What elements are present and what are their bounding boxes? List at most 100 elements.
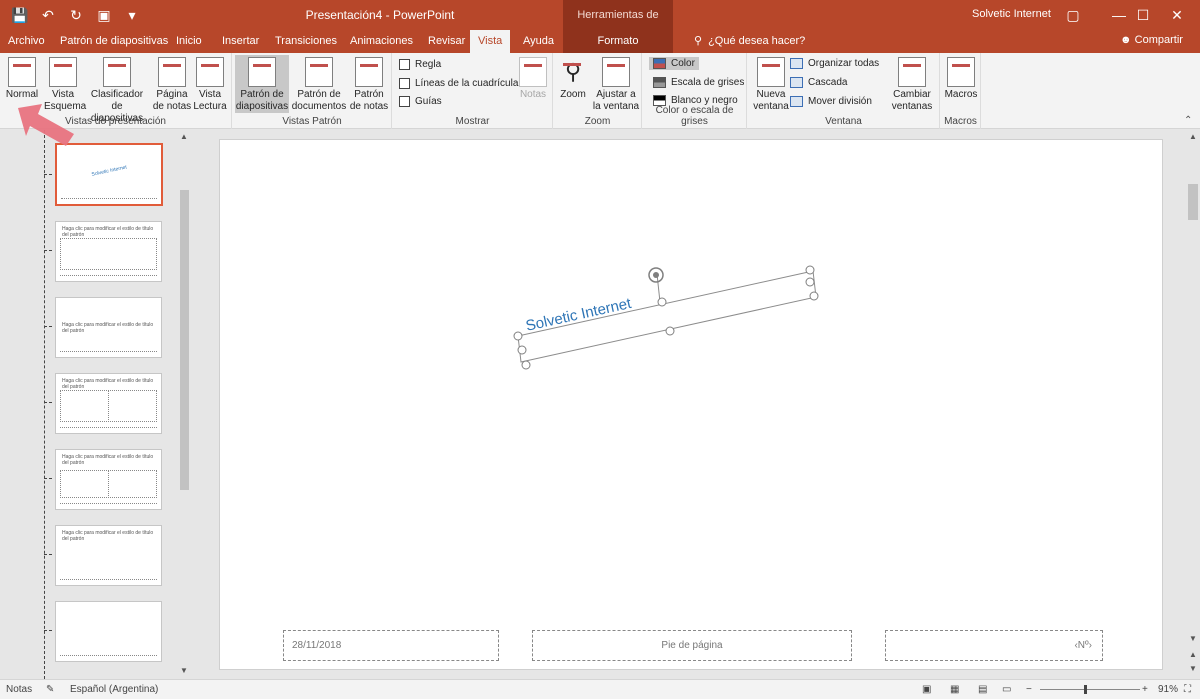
tell-me-box[interactable]: ⚲ ¿Qué desea hacer? (694, 34, 805, 48)
thumbnail-text: Haga clic para modificar el estilo de tí… (62, 226, 154, 238)
scroll-down-icon[interactable]: ▼ (178, 666, 190, 675)
slide-thumbnail-4[interactable]: Haga clic para modificar el estilo de tí… (55, 373, 162, 434)
tab-inicio[interactable]: Inicio (168, 30, 210, 53)
sorter-view-status-icon[interactable]: ▦ (950, 684, 959, 695)
slide-thumbnail-2[interactable]: Haga clic para modificar el estilo de tí… (55, 221, 162, 282)
scroll-down-icon[interactable]: ▼ (1186, 634, 1200, 643)
editor-scrollbar[interactable]: ▲ ▼ ▲ ▼ (1186, 130, 1200, 679)
user-name[interactable]: Solvetic Internet (972, 8, 1051, 20)
new-window-button[interactable]: Nueva ventana (752, 55, 790, 113)
macros-button[interactable]: Macros (943, 55, 979, 101)
slide-sorter-icon (103, 57, 131, 87)
thumbnail-pane: Solvetic Internet Haga clic para modific… (0, 130, 192, 679)
reading-view-button[interactable]: Vista Lectura (192, 55, 228, 113)
new-window-label: Nueva ventana (753, 89, 789, 112)
group-macros: Macros Macros (941, 53, 981, 129)
tab-transiciones[interactable]: Transiciones (267, 30, 345, 53)
footer-placeholder[interactable]: Pie de página (532, 630, 852, 661)
reading-view-status-icon[interactable]: ▤ (978, 684, 987, 695)
slideshow-status-icon[interactable]: ▭ (1002, 684, 1011, 695)
ribbon-tabs: Archivo Patrón de diapositivas Inicio In… (0, 30, 1200, 53)
collapse-ribbon-icon[interactable]: ⌃ (1184, 115, 1192, 126)
scrollbar-thumb[interactable] (180, 190, 189, 490)
slide-thumbnail-6[interactable]: Haga clic para modificar el estilo de tí… (55, 525, 162, 586)
group-ventana: Nueva ventana Organizar todas Cascada Mo… (748, 53, 940, 129)
thumbnail-text: Haga clic para modificar el estilo de tí… (62, 530, 154, 542)
scroll-up-icon[interactable]: ▲ (178, 132, 190, 141)
normal-view-icon (8, 57, 36, 87)
zoom-level[interactable]: 91% (1158, 684, 1178, 695)
move-split-button[interactable]: Mover división (790, 96, 872, 107)
cascade-button[interactable]: Cascada (790, 77, 847, 88)
zoom-slider[interactable] (1040, 689, 1140, 690)
slide-thumbnail-1[interactable]: Solvetic Internet (55, 143, 163, 206)
scroll-up-icon[interactable]: ▲ (1186, 132, 1200, 141)
slide-thumbnail-3[interactable]: Haga clic para modificar el estilo de tí… (55, 297, 162, 358)
arrange-all-button[interactable]: Organizar todas (790, 58, 879, 69)
tab-formato[interactable]: Formato (563, 30, 673, 53)
notes-page-button[interactable]: Página de notas (152, 55, 192, 113)
scrollbar-thumb[interactable] (1188, 184, 1198, 220)
notes-master-button[interactable]: Patrón de notas (349, 55, 389, 113)
slide-number-placeholder[interactable]: ‹Nº› (885, 630, 1103, 661)
date-placeholder[interactable]: 28/11/2018 (283, 630, 499, 661)
ruler-checkbox[interactable]: Regla (399, 59, 441, 70)
rotate-handle-icon[interactable] (648, 267, 664, 283)
guides-checkbox[interactable]: Guías (399, 96, 442, 107)
handout-master-button[interactable]: Patrón de documentos (291, 55, 347, 113)
gridlines-label: Líneas de la cuadrícula (415, 78, 519, 89)
zoom-button[interactable]: ⚲ Zoom (556, 55, 590, 101)
share-button[interactable]: ☻ Compartir (1120, 34, 1183, 46)
notes-button[interactable]: Notas (517, 55, 549, 101)
fit-window-button[interactable]: Ajustar a la ventana (592, 55, 640, 113)
color-option[interactable]: Color (649, 57, 699, 70)
grayscale-swatch-icon (653, 77, 666, 88)
gridlines-check-icon (399, 78, 410, 89)
zoom-in-icon[interactable]: + (1142, 684, 1148, 695)
ribbon-display-icon[interactable]: ▢ (1050, 0, 1096, 30)
slide-sorter-button[interactable]: Clasificador de diapositivas (84, 55, 150, 125)
thumbnail-text: Haga clic para modificar el estilo de tí… (62, 378, 154, 390)
switch-windows-button[interactable]: Cambiar ventanas (888, 55, 936, 113)
fit-window-icon (602, 57, 630, 87)
notes-label: Notas (519, 89, 547, 100)
notes-toggle[interactable]: Notas (6, 684, 32, 695)
slide-master-label: Patrón de diapositivas (235, 89, 289, 112)
close-icon[interactable]: ✕ (1154, 0, 1200, 30)
selected-textbox[interactable] (220, 140, 1164, 671)
slide-master-button[interactable]: Patrón de diapositivas (235, 55, 289, 113)
next-slide-icon[interactable]: ▼ (1186, 664, 1200, 673)
gridlines-checkbox[interactable]: Líneas de la cuadrícula (399, 78, 518, 89)
normal-view-status-icon[interactable]: ▣ (922, 684, 931, 695)
zoom-slider-thumb[interactable] (1084, 685, 1087, 694)
person-icon: ☻ (1120, 34, 1132, 46)
language-indicator[interactable]: Español (Argentina) (70, 684, 158, 695)
grayscale-option[interactable]: Escala de grises (653, 77, 744, 88)
notes-page-icon (158, 57, 186, 87)
prev-slide-icon[interactable]: ▲ (1186, 650, 1200, 659)
zoom-out-icon[interactable]: − (1026, 684, 1032, 695)
tab-patron-diapositivas[interactable]: Patrón de diapositivas (52, 30, 176, 53)
tab-revisar[interactable]: Revisar (420, 30, 473, 53)
tab-animaciones[interactable]: Animaciones (342, 30, 421, 53)
tab-ayuda[interactable]: Ayuda (515, 30, 562, 53)
group-color: Color Escala de grises Blanco y negro Co… (643, 53, 747, 129)
slide-thumbnail-7[interactable] (55, 601, 162, 662)
tab-vista[interactable]: Vista (470, 30, 511, 53)
thumbnail-content-box (108, 390, 157, 422)
grayscale-label: Escala de grises (671, 77, 745, 88)
connector-tick (44, 174, 52, 175)
outline-view-icon (49, 57, 77, 87)
handout-master-icon (305, 57, 333, 87)
fit-slide-icon[interactable]: ⛶ (1184, 684, 1191, 695)
tab-archivo[interactable]: Archivo (0, 30, 53, 53)
group-label-mostrar: Mostrar (455, 116, 490, 127)
notes-icon (519, 57, 547, 87)
slide-thumbnail-5[interactable]: Haga clic para modificar el estilo de tí… (55, 449, 162, 510)
slide-canvas[interactable]: Solvetic Internet 28/11/2018 Pie de pági… (219, 139, 1163, 670)
tab-insertar[interactable]: Insertar (214, 30, 267, 53)
thumbnail-scrollbar[interactable]: ▲ ▼ (178, 130, 190, 679)
spellcheck-icon[interactable]: ✎ (46, 684, 54, 695)
connector-tick (44, 250, 52, 251)
thumbnail-footer (60, 275, 157, 278)
